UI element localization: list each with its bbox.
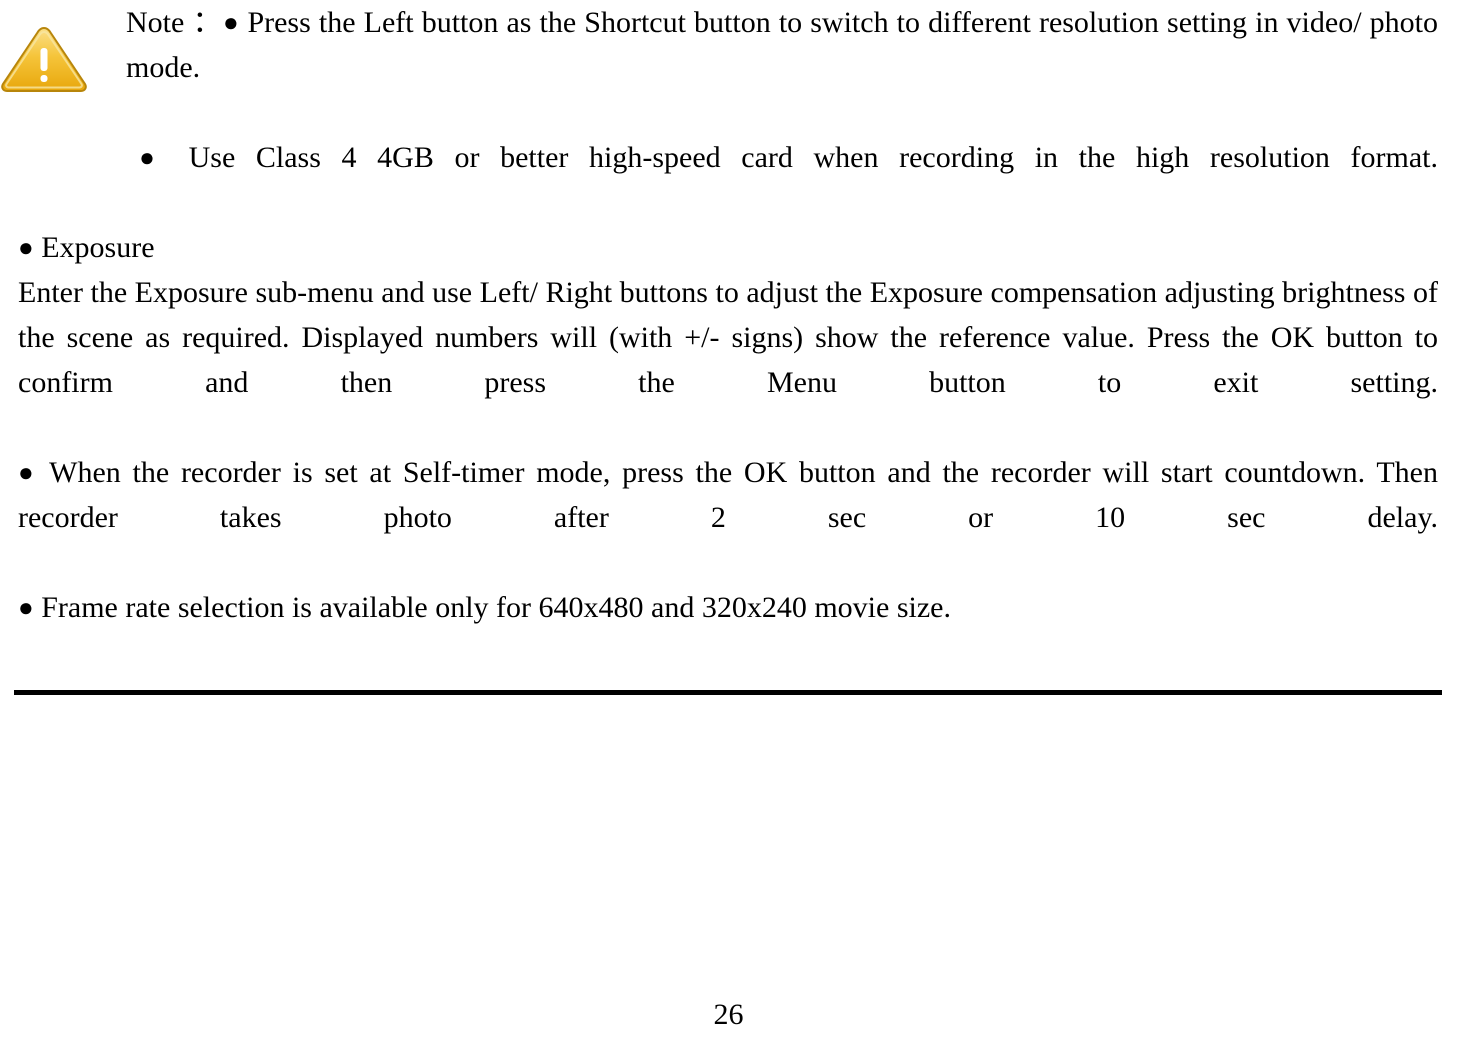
exposure-heading: ● Exposure <box>18 225 1438 270</box>
framerate-bullet: ● Frame rate selection is available only… <box>18 585 1438 630</box>
bullet-glyph-1: ● <box>223 8 240 37</box>
framerate-bullet-text: Frame rate selection is available only f… <box>41 591 951 624</box>
note-label: Note ： <box>126 6 224 39</box>
horizontal-divider <box>14 690 1442 695</box>
document-content: Note ：● Press the Left button as the Sho… <box>18 0 1438 630</box>
note-bullet-2-paragraph: ● Use Class 4 4GB or better high-speed c… <box>18 135 1438 225</box>
note-bullet-1-text: Press the Left button as the Shortcut bu… <box>126 6 1438 84</box>
bullet-glyph-4: ● <box>18 458 38 487</box>
note-bullet-2-text: Use Class 4 4GB or better high-speed car… <box>188 141 1438 174</box>
bullet-glyph-5: ● <box>18 593 34 622</box>
selftimer-bullet-text: When the recorder is set at Self-timer m… <box>18 456 1438 534</box>
exposure-section: ● Exposure Enter the Exposure sub-menu a… <box>18 225 1438 630</box>
document-page: Note ：● Press the Left button as the Sho… <box>0 0 1457 1044</box>
bullet-glyph-3: ● <box>18 233 34 262</box>
exposure-heading-text: Exposure <box>41 231 155 264</box>
note-first-line: Note ：● Press the Left button as the Sho… <box>126 0 1438 135</box>
bullet-glyph-2: ● <box>126 143 168 172</box>
note-second-bullet: ● Use Class 4 4GB or better high-speed c… <box>18 135 1438 225</box>
note-block: Note ：● Press the Left button as the Sho… <box>126 0 1438 135</box>
selftimer-bullet: ● When the recorder is set at Self-timer… <box>18 450 1438 585</box>
page-number: 26 <box>713 998 744 1031</box>
exposure-paragraph: Enter the Exposure sub-menu and use Left… <box>18 276 1438 399</box>
